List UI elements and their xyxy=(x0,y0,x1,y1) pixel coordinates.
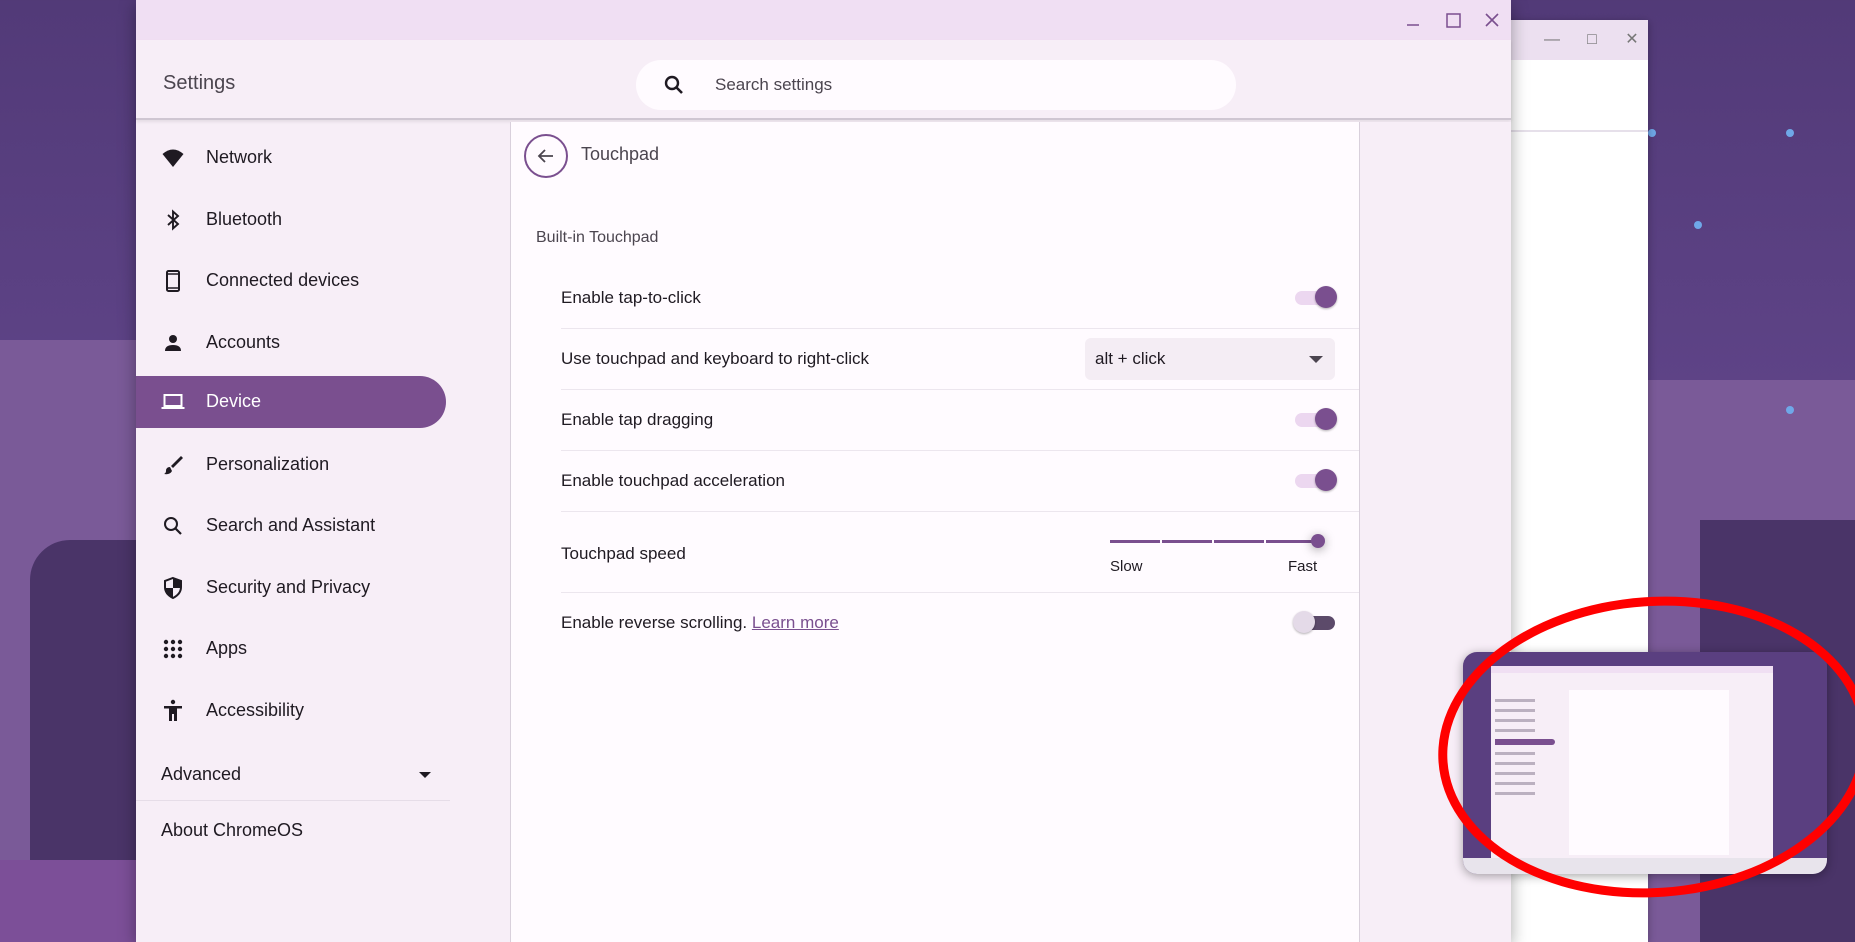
accessibility-icon xyxy=(161,699,185,723)
page-title: Touchpad xyxy=(581,144,660,164)
slider-segment xyxy=(1214,540,1264,543)
section-title: Built-in Touchpad xyxy=(536,229,659,246)
sidebar-nav: Network Bluetooth Connected devices Acco… xyxy=(136,122,510,942)
sidebar-item-label: Network xyxy=(206,147,273,167)
arrow-back-icon xyxy=(537,149,553,163)
advanced-label: Advanced xyxy=(161,764,242,784)
person-icon xyxy=(161,331,185,355)
touchpad-settings-card: Touchpad Built-in Touchpad Enable tap-to… xyxy=(510,122,1360,942)
thumbnail-settings-window xyxy=(1491,666,1773,861)
setting-row-touchpad-speed: Touchpad speed Slow Fast xyxy=(561,512,1359,593)
setting-row-right-click: Use touchpad and keyboard to right-click… xyxy=(561,329,1359,390)
sidebar-item-label: Device xyxy=(206,391,262,411)
sidebar-item-accounts[interactable]: Accounts xyxy=(136,317,446,369)
screenshot-thumbnail[interactable] xyxy=(1463,652,1827,874)
chevron-down-icon xyxy=(419,772,431,778)
close-icon[interactable]: ✕ xyxy=(1622,30,1642,50)
slider-min-label: Slow xyxy=(1110,558,1143,575)
sidebar-item-label: Bluetooth xyxy=(206,209,283,229)
thumbnail-shelf xyxy=(1463,858,1827,874)
sidebar-item-device[interactable]: Device xyxy=(136,376,446,428)
apps-grid-icon xyxy=(161,637,185,661)
tap-to-click-toggle[interactable] xyxy=(1295,286,1337,308)
header: Settings xyxy=(136,40,1511,120)
setting-row-tap-dragging: Enable tap dragging xyxy=(561,390,1359,451)
thumbnail-card xyxy=(1569,690,1729,855)
wallpaper-star xyxy=(1786,406,1794,414)
sidebar-item-about-chromeos[interactable]: About ChromeOS xyxy=(161,820,303,841)
acceleration-toggle[interactable] xyxy=(1295,469,1337,491)
maximize-icon[interactable]: □ xyxy=(1582,30,1602,50)
sidebar-item-label: Search and Assistant xyxy=(206,515,376,535)
slider-max-label: Fast xyxy=(1288,558,1318,575)
right-click-select-value: alt + click xyxy=(1095,349,1166,368)
search-icon xyxy=(161,514,185,538)
sidebar-divider xyxy=(136,800,450,801)
sidebar-item-label: Accounts xyxy=(206,332,281,352)
sidebar-item-accessibility[interactable]: Accessibility xyxy=(136,685,446,737)
thumbnail-sidebar xyxy=(1495,692,1565,802)
wallpaper-star xyxy=(1786,129,1794,137)
setting-label: Enable touchpad acceleration xyxy=(561,471,785,490)
setting-row-acceleration: Enable touchpad acceleration xyxy=(561,451,1359,512)
titlebar[interactable] xyxy=(136,0,1511,40)
wifi-icon xyxy=(161,146,185,170)
sidebar-item-search-and-assistant[interactable]: Search and Assistant xyxy=(136,500,446,552)
slider-thumb[interactable] xyxy=(1311,534,1325,548)
sidebar-item-personalization[interactable]: Personalization xyxy=(136,439,446,491)
slider-segment xyxy=(1110,540,1160,543)
wallpaper-star xyxy=(1648,129,1656,137)
minimize-icon[interactable] xyxy=(1402,9,1424,31)
sidebar-item-label: Personalization xyxy=(206,454,330,474)
settings-window: Settings Network Bluetooth Connected dev… xyxy=(136,0,1511,942)
app-title: Settings xyxy=(163,72,236,94)
sidebar-item-apps[interactable]: Apps xyxy=(136,623,446,675)
tap-dragging-toggle[interactable] xyxy=(1295,408,1337,430)
advanced-expander[interactable]: Advanced xyxy=(161,754,431,794)
search-icon xyxy=(662,73,686,97)
shield-icon xyxy=(161,576,185,600)
sidebar-item-security-and-privacy[interactable]: Security and Privacy xyxy=(136,562,446,614)
search-input[interactable] xyxy=(715,60,1195,110)
setting-label: Enable reverse scrolling. Learn more xyxy=(561,613,839,633)
setting-row-tap-to-click: Enable tap-to-click xyxy=(561,268,1359,329)
divider xyxy=(1500,130,1648,132)
setting-row-reverse-scrolling: Enable reverse scrolling. Learn more xyxy=(561,593,1359,654)
bluetooth-icon xyxy=(161,208,185,232)
background-window-titlebar[interactable]: ― □ ✕ xyxy=(1500,20,1648,60)
sidebar-item-label: Apps xyxy=(206,638,248,658)
back-button[interactable] xyxy=(524,134,568,178)
wallpaper-star xyxy=(1694,221,1702,229)
setting-label: Use touchpad and keyboard to right-click xyxy=(561,349,870,368)
reverse-scrolling-toggle[interactable] xyxy=(1293,611,1335,633)
sidebar-item-network[interactable]: Network xyxy=(136,132,446,184)
sidebar-item-label: Connected devices xyxy=(206,270,360,290)
sidebar-item-label: Accessibility xyxy=(206,700,305,720)
search-box[interactable] xyxy=(636,60,1236,110)
sidebar-item-label: Security and Privacy xyxy=(206,577,371,597)
setting-label: Touchpad speed xyxy=(561,544,686,563)
learn-more-link[interactable]: Learn more xyxy=(752,613,839,632)
brush-icon xyxy=(161,453,185,477)
reverse-scrolling-label: Enable reverse scrolling. xyxy=(561,613,748,632)
right-click-select[interactable]: alt + click xyxy=(1085,338,1335,380)
phone-icon xyxy=(161,269,185,293)
sidebar-item-bluetooth[interactable]: Bluetooth xyxy=(136,194,446,246)
chevron-down-icon xyxy=(1309,356,1323,363)
wallpaper-building xyxy=(0,860,136,942)
close-icon[interactable] xyxy=(1481,9,1503,31)
maximize-icon[interactable] xyxy=(1442,9,1464,31)
sidebar-item-connected-devices[interactable]: Connected devices xyxy=(136,255,446,307)
setting-label: Enable tap-to-click xyxy=(561,288,701,307)
thumbnail-titlebar xyxy=(1491,666,1773,673)
slider-segment xyxy=(1162,540,1212,543)
laptop-icon xyxy=(161,390,185,414)
minimize-icon[interactable]: ― xyxy=(1542,30,1562,50)
setting-label: Enable tap dragging xyxy=(561,410,714,429)
touchpad-speed-slider[interactable]: Slow Fast xyxy=(1105,528,1335,578)
